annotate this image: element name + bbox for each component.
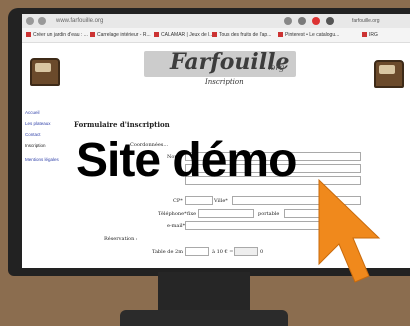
extension-icon[interactable] [326, 17, 334, 25]
telephone-fixe-field[interactable] [198, 209, 254, 218]
browser-toolbar: www.farfouille.org farfouille.org [22, 14, 410, 28]
star-icon[interactable] [284, 17, 292, 25]
table-total-field [234, 247, 258, 256]
page-subtitle: Inscription [205, 78, 244, 86]
cp-label: CP* [173, 198, 183, 204]
table-total-value: 0 [260, 249, 264, 255]
home-icon[interactable] [38, 17, 46, 25]
reload-icon[interactable] [26, 17, 34, 25]
sidebar-item-home[interactable]: Accueil [25, 110, 40, 115]
extension-icon[interactable] [298, 17, 306, 25]
portable-label: portable [258, 211, 280, 217]
toolbar-site-label: farfouille.org [352, 18, 380, 24]
address-bar[interactable]: www.farfouille.org [56, 14, 103, 28]
sidebar-item-mentions[interactable]: Mentions légales [25, 157, 59, 162]
email-label: e-mail* [167, 223, 186, 229]
bookmark-item[interactable]: Carrelage intérieur - R... [90, 28, 151, 42]
sidebar-item-inscription[interactable]: Inscription [25, 143, 46, 148]
table-quantity-field[interactable] [185, 247, 209, 256]
table-label: Table de 2m [152, 249, 183, 255]
reservation-label: Réservation : [104, 236, 138, 242]
sidebar-item-plateaux[interactable]: Les plateaux [25, 121, 51, 126]
sidebar-item-contact[interactable]: Contact [25, 132, 41, 137]
monitor-stand-base [120, 310, 288, 326]
bookmark-item[interactable]: Tous des fruits de l'ap... [212, 28, 271, 42]
telephone-label: Téléphone* [158, 211, 187, 217]
cp-field[interactable] [185, 196, 213, 205]
demo-watermark: Site démo [76, 134, 297, 187]
ville-label: Ville* [214, 198, 228, 204]
bookmarks-bar: Créer un jardin d'eau : ... Carrelage in… [22, 28, 410, 43]
table-price: à 10 € = [212, 249, 234, 255]
bookmark-item[interactable]: Pinterest • Le catalogu... [278, 28, 339, 42]
bookmark-item[interactable]: Créer un jardin d'eau : ... [26, 28, 88, 42]
form-title: Formulaire d'inscription [74, 120, 170, 129]
treasure-chest-icon [30, 58, 60, 86]
bookmark-item[interactable]: IRG [362, 28, 378, 42]
bookmark-item[interactable]: CALAMAR | Jeux de l... [154, 28, 213, 42]
site-logo-banner[interactable]: Farfouille .org [144, 49, 296, 77]
site-logo-suffix: .org [268, 63, 285, 72]
treasure-chest-icon [374, 60, 404, 88]
extension-icon[interactable] [312, 17, 320, 25]
cursor-arrow-icon [318, 178, 381, 283]
monitor-stand-neck [158, 272, 250, 314]
fixe-label: fixe [187, 211, 197, 217]
